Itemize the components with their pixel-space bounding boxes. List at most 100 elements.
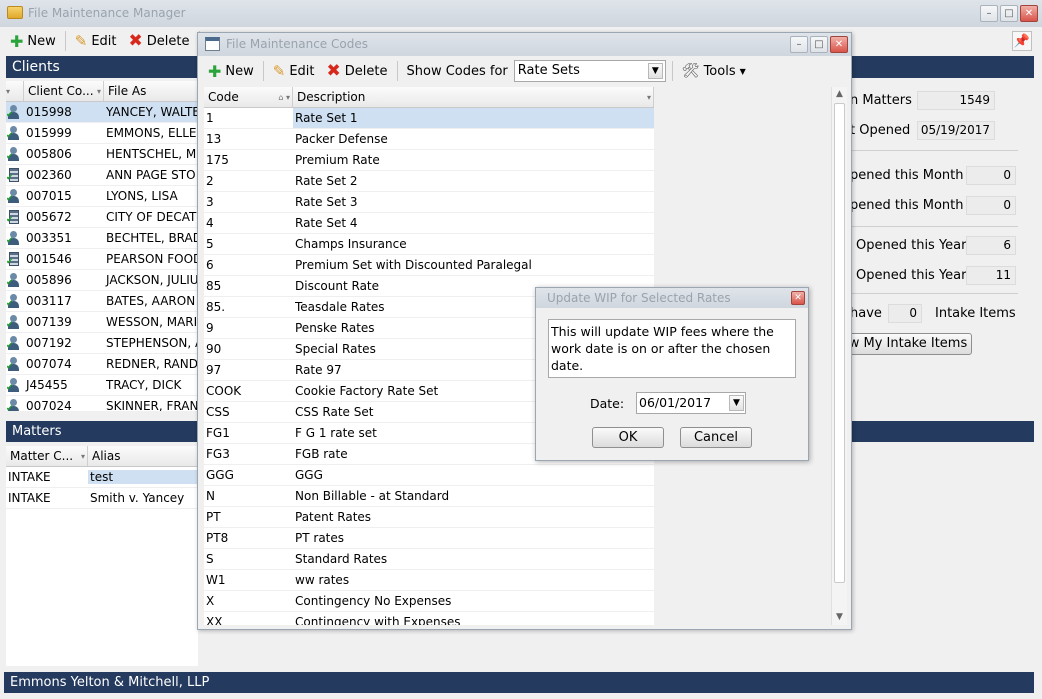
code-row[interactable]: 1 Rate Set 1 [204, 108, 654, 129]
tools-menu-button[interactable]: 🛠 Tools ▼ [676, 60, 752, 82]
column-header-alias[interactable]: Alias [88, 446, 198, 466]
date-input[interactable]: 06/01/2017 ▼ [636, 392, 746, 414]
divider [850, 293, 1018, 294]
client-row[interactable]: ✔ 005806 HENTSCHEL, MI [6, 144, 198, 165]
client-row[interactable]: ✔ 005672 CITY OF DECATU [6, 207, 198, 228]
code-row[interactable]: PT8 PT rates [204, 528, 654, 549]
minimize-button[interactable]: – [980, 5, 998, 22]
codes-scrollbar[interactable]: ▲ ▼ [831, 87, 847, 625]
client-row[interactable]: ✔ 007024 SKINNER, FRAN [6, 396, 198, 411]
codes-edit-button[interactable]: ✎ Edit [267, 60, 321, 82]
clients-rows: ✔ 015998 YANCEY, WALTE ✔ 015999 EMMONS, ELLE ✔… [6, 102, 198, 411]
scroll-down-arrow[interactable]: ▼ [832, 610, 847, 625]
code-row[interactable]: X Contingency No Expenses [204, 591, 654, 612]
maximize-button[interactable]: □ [1000, 5, 1018, 22]
stats-panel: n Matters 1549 t Opened 05/19/2017 pened… [844, 80, 1034, 410]
pin-button[interactable]: 📌 [1012, 31, 1032, 51]
description-cell: Rate Set 4 [295, 216, 358, 230]
matter-row[interactable]: INTAKE Smith v. Yancey [6, 488, 198, 509]
codes-minimize-button[interactable]: – [790, 36, 808, 53]
pencil-icon: ✎ [74, 32, 88, 50]
client-row[interactable]: ✔ 002360 ANN PAGE STO [6, 165, 198, 186]
client-code-cell: 005896 [26, 273, 72, 287]
code-row[interactable]: GGG GGG [204, 465, 654, 486]
divider [850, 150, 1018, 151]
client-row[interactable]: ✔ J45455 TRACY, DICK [6, 375, 198, 396]
column-header-file-as[interactable]: File As [104, 81, 198, 101]
person-icon: ✔ [6, 398, 22, 411]
client-row[interactable]: ✔ 007139 WESSON, MARI [6, 312, 198, 333]
codes-close-button[interactable]: ✕ [830, 36, 848, 53]
ok-button[interactable]: OK [592, 427, 664, 448]
code-row[interactable]: PT Patent Rates [204, 507, 654, 528]
close-button[interactable]: ✕ [1020, 5, 1038, 22]
code-row[interactable]: 13 Packer Defense [204, 129, 654, 150]
scroll-up-arrow[interactable]: ▲ [832, 87, 847, 102]
code-row[interactable]: S Standard Rates [204, 549, 654, 570]
opened-month-label-2: pened this Month [850, 198, 964, 213]
column-header-client-code[interactable]: Client Co... ▾ [24, 81, 104, 101]
show-codes-select[interactable]: Rate Sets ▼ [513, 60, 666, 82]
client-row[interactable]: ✔ 007074 REDNER, RAND [6, 354, 198, 375]
column-header-matter-code[interactable]: Matter C... ▾ [6, 446, 88, 466]
code-row[interactable]: W1 ww rates [204, 570, 654, 591]
description-cell: Non Billable - at Standard [295, 489, 450, 503]
code-row[interactable]: XX Contingency with Expenses [204, 612, 654, 625]
matter-alias-cell: test [88, 470, 198, 484]
codes-title-bar[interactable]: File Maintenance Codes – □ ✕ [198, 33, 851, 56]
filter-icon: ▾ [80, 451, 85, 461]
codes-grid-header: Code ⌂ ▾ Description ▾ [204, 87, 654, 108]
code-row[interactable]: 5 Champs Insurance [204, 234, 654, 255]
main-title-bar[interactable]: File Maintenance Manager – □ ✕ [0, 0, 1042, 27]
client-name-cell: ANN PAGE STO [106, 168, 196, 182]
client-type-cell: ✔ [6, 167, 24, 183]
cancel-button[interactable]: Cancel [680, 427, 752, 448]
client-row[interactable]: ✔ 003351 BECHTEL, BRAD [6, 228, 198, 249]
chevron-down-icon[interactable]: ▼ [729, 395, 744, 411]
client-row[interactable]: ✔ 001546 PEARSON FOOD [6, 249, 198, 270]
pencil-icon: ✎ [272, 62, 286, 80]
client-name-cell: YANCEY, WALTE [106, 105, 198, 119]
client-type-cell: ✔ [6, 356, 24, 372]
codes-delete-button[interactable]: ✖ Delete [321, 60, 394, 82]
client-name-cell: BECHTEL, BRAD [106, 231, 198, 245]
client-type-cell: ✔ [6, 398, 24, 411]
person-icon: ✔ [6, 272, 22, 288]
client-name-cell: JACKSON, JULIU [106, 273, 198, 287]
client-row[interactable]: ✔ 007015 LYONS, LISA [6, 186, 198, 207]
client-row[interactable]: ✔ 015998 YANCEY, WALTE [6, 102, 198, 123]
code-row[interactable]: 3 Rate Set 3 [204, 192, 654, 213]
client-row[interactable]: ✔ 003117 BATES, AARON [6, 291, 198, 312]
code-row[interactable]: 4 Rate Set 4 [204, 213, 654, 234]
last-opened-label: t Opened [850, 123, 911, 138]
matters-grid-header: Matter C... ▾ Alias [6, 446, 198, 467]
edit-button[interactable]: ✎ Edit [69, 30, 123, 52]
matter-row[interactable]: INTAKE test [6, 467, 198, 488]
code-row[interactable]: 175 Premium Rate [204, 150, 654, 171]
wip-close-button[interactable]: ✕ [791, 291, 805, 305]
client-name-cell: PEARSON FOOD [106, 252, 198, 266]
wip-title-bar[interactable]: Update WIP for Selected Rates ✕ [536, 288, 808, 308]
client-code-cell: 007024 [26, 399, 72, 411]
open-matters-value: 1549 [917, 91, 995, 110]
intake-suffix: Intake Items [935, 306, 1016, 321]
client-row[interactable]: ✔ 015999 EMMONS, ELLE [6, 123, 198, 144]
row-filter-cell[interactable]: ▾ [6, 81, 24, 101]
new-button[interactable]: ✚ New [4, 30, 62, 52]
delete-button[interactable]: ✖ Delete [123, 30, 196, 52]
view-intake-items-button[interactable]: w My Intake Items [844, 333, 972, 355]
client-row[interactable]: ✔ 007192 STEPHENSON, A [6, 333, 198, 354]
codes-new-button[interactable]: ✚ New [202, 60, 260, 82]
column-header-description[interactable]: Description ▾ [293, 87, 654, 107]
client-row[interactable]: ✔ 005896 JACKSON, JULIU [6, 270, 198, 291]
client-type-cell: ✔ [6, 335, 24, 351]
code-row[interactable]: 6 Premium Set with Discounted Paralegal [204, 255, 654, 276]
column-header-code[interactable]: Code ⌂ ▾ [204, 87, 293, 107]
scroll-thumb[interactable] [834, 103, 845, 583]
client-name-cell: TRACY, DICK [106, 378, 182, 392]
codes-maximize-button[interactable]: □ [810, 36, 828, 53]
client-name-cell: REDNER, RAND [106, 357, 198, 371]
client-type-cell: ✔ [6, 314, 24, 330]
code-row[interactable]: N Non Billable - at Standard [204, 486, 654, 507]
code-row[interactable]: 2 Rate Set 2 [204, 171, 654, 192]
